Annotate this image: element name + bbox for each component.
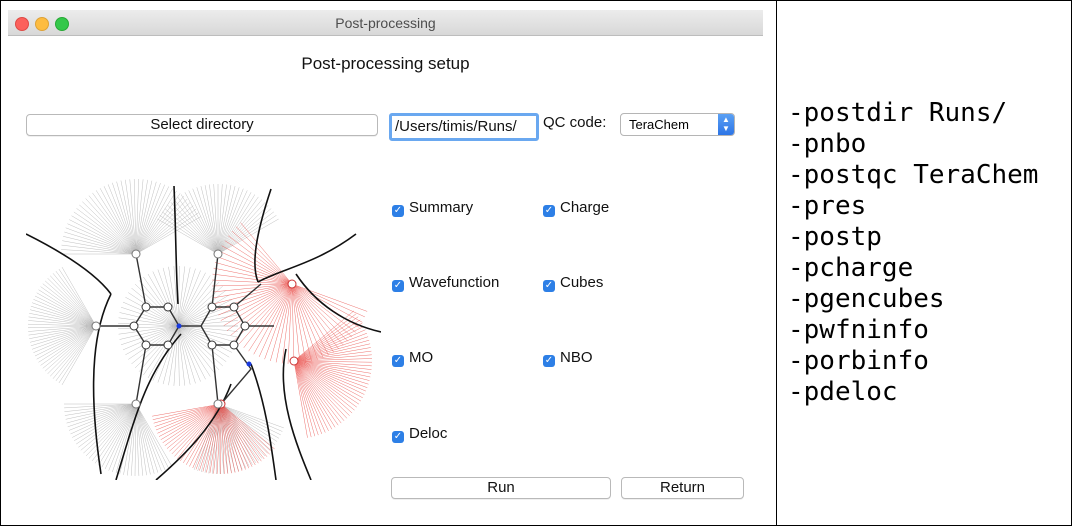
command-pgencubes: -pgencubes — [788, 284, 945, 314]
select-directory-button[interactable]: Select directory — [26, 114, 378, 136]
deloc-label: Deloc — [409, 425, 448, 442]
check-icon: ✓ — [543, 205, 555, 217]
window-title: Post-processing — [335, 15, 436, 31]
cubes-checkbox[interactable]: ✓ Cubes — [543, 275, 603, 292]
check-icon: ✓ — [543, 280, 555, 292]
cubes-label: Cubes — [560, 274, 604, 291]
command-pnbo: -pnbo — [788, 129, 867, 159]
command-list: -postdir Runs/ -pnbo -postqc TeraChem -p… — [788, 98, 1038, 408]
summary-label: Summary — [409, 199, 474, 216]
command-porbinfo: -porbinfo — [788, 346, 929, 376]
qc-code-label: QC code: — [543, 114, 607, 131]
mo-checkbox[interactable]: ✓ MO — [392, 350, 433, 367]
command-postdir: -postdir Runs/ — [788, 98, 1008, 128]
summary-checkbox[interactable]: ✓ Summary — [392, 200, 473, 217]
command-postqc: -postqc TeraChem — [788, 160, 1039, 190]
check-icon: ✓ — [392, 280, 404, 292]
command-pdeloc: -pdeloc — [788, 377, 898, 407]
command-postp: -postp — [788, 222, 882, 252]
command-pres: -pres — [788, 191, 867, 221]
check-icon: ✓ — [543, 355, 555, 367]
check-icon: ✓ — [392, 431, 404, 443]
check-icon: ✓ — [392, 205, 404, 217]
directory-input[interactable]: /Users/timis/Runs/ — [389, 113, 539, 141]
check-icon: ✓ — [392, 355, 404, 367]
return-button[interactable]: Return — [621, 477, 744, 499]
wavefunction-label: Wavefunction — [409, 274, 500, 291]
molecule-gradient-image — [26, 178, 381, 480]
qc-code-value: TeraChem — [629, 117, 689, 132]
deloc-checkbox[interactable]: ✓ Deloc — [392, 426, 447, 443]
charge-checkbox[interactable]: ✓ Charge — [543, 200, 609, 217]
setup-heading: Post-processing setup — [301, 54, 470, 73]
panel-divider — [776, 0, 777, 526]
run-button[interactable]: Run — [391, 477, 611, 499]
nbo-checkbox[interactable]: ✓ NBO — [543, 350, 593, 367]
qc-code-select[interactable]: TeraChem ▲ ▼ — [620, 113, 735, 136]
command-pwfninfo: -pwfninfo — [788, 315, 929, 345]
popup-arrows-icon: ▲ ▼ — [718, 114, 734, 135]
nbo-label: NBO — [560, 349, 593, 366]
mo-label: MO — [409, 349, 434, 366]
post-processing-window: Post-processing Post-processing setup Se… — [8, 10, 763, 520]
command-pcharge: -pcharge — [788, 253, 914, 283]
charge-label: Charge — [560, 199, 610, 216]
wavefunction-checkbox[interactable]: ✓ Wavefunction — [392, 275, 499, 292]
title-bar: Post-processing — [8, 10, 763, 36]
